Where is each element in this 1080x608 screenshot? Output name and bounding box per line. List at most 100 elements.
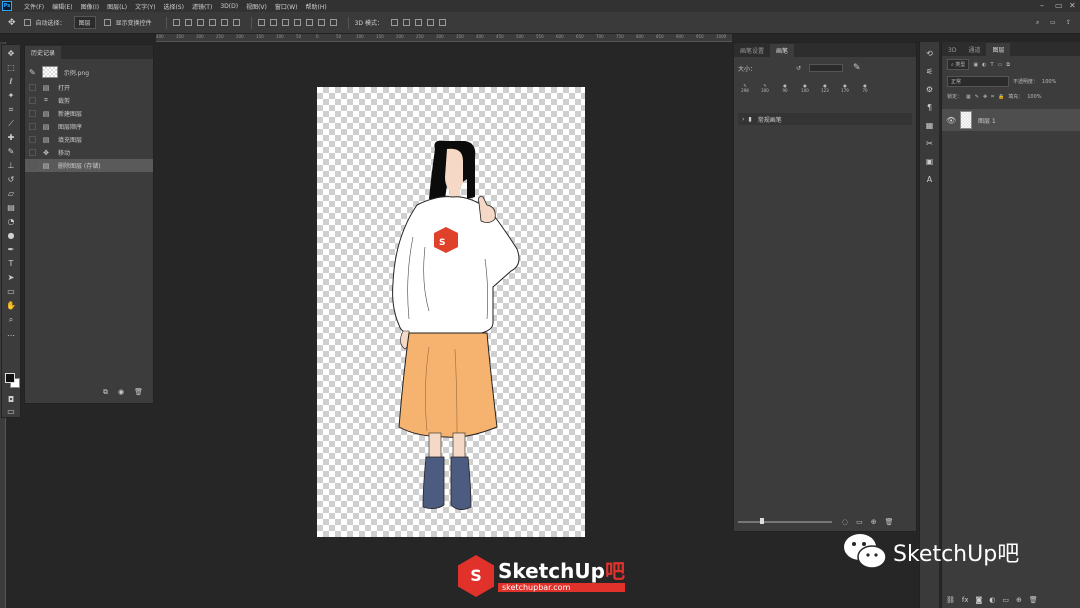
share-icon[interactable]: ⇪ — [1066, 19, 1071, 26]
move-tool-icon[interactable]: ✥ — [5, 49, 17, 59]
3d-roll-icon[interactable] — [402, 19, 410, 26]
healing-brush-tool-icon[interactable]: ✚ — [5, 133, 17, 143]
new-document-from-state-icon[interactable]: ⧉ — [103, 388, 108, 397]
lock-artboard-icon[interactable]: ⌗ — [991, 94, 994, 100]
history-source-box[interactable] — [29, 97, 36, 104]
crop-tool-icon[interactable]: ⌗ — [5, 105, 17, 115]
history-item[interactable]: ▤ 新建图层 — [25, 107, 153, 120]
distribute-bottom-icon[interactable] — [281, 19, 289, 26]
menu-image[interactable]: 图像(I) — [81, 2, 99, 11]
history-item[interactable]: ▤ 图层顺序 — [25, 120, 153, 133]
menu-view[interactable]: 视图(V) — [246, 2, 267, 11]
brush-tip[interactable]: ✎ 298 — [738, 83, 752, 103]
adjust-panel-icon[interactable]: ⚟ — [924, 66, 936, 78]
distribute-top-icon[interactable] — [257, 19, 265, 26]
distribute-left-icon[interactable] — [293, 19, 301, 26]
lock-all-icon[interactable]: 🔒 — [998, 94, 1004, 100]
history-item-selected[interactable]: ▤ 删除图层 (存储) — [25, 159, 153, 172]
menu-select[interactable]: 选择(S) — [163, 2, 184, 11]
history-source-box[interactable] — [29, 123, 36, 130]
lock-image-icon[interactable]: ✎ — [975, 94, 979, 100]
3d-pan-icon[interactable] — [414, 19, 422, 26]
trash-icon[interactable]: 🗑 — [134, 388, 143, 397]
blur-tool-icon[interactable]: ◔ — [5, 217, 17, 227]
lasso-tool-icon[interactable]: ℓ — [5, 77, 17, 87]
brush-tip[interactable]: ● 90 — [778, 83, 792, 103]
lock-position-icon[interactable]: ✥ — [983, 94, 987, 100]
opacity-value[interactable]: 100% — [1042, 79, 1056, 85]
mask-icon[interactable]: ◙ — [976, 596, 983, 604]
close-icon[interactable]: ✕ — [1069, 1, 1076, 10]
menu-layer[interactable]: 图层(L) — [107, 2, 127, 11]
brush-tip[interactable]: ● 123 — [818, 83, 832, 103]
slider-knob[interactable] — [760, 518, 764, 524]
layer-row[interactable]: 👁 图层 1 — [942, 109, 1080, 131]
restore-icon[interactable]: ▭ — [1055, 1, 1063, 10]
layer-name[interactable]: 图层 1 — [978, 116, 996, 125]
brush-tip[interactable]: ✎ 300 — [758, 83, 772, 103]
menu-3d[interactable]: 3D(D) — [220, 3, 238, 10]
reset-icon[interactable]: ↺ — [796, 65, 801, 72]
history-item[interactable]: ▤ 填充图层 — [25, 133, 153, 146]
trash-icon[interactable]: 🗑 — [885, 518, 894, 526]
brush-size-field[interactable] — [809, 64, 844, 72]
distribute-hcenter-icon[interactable] — [305, 19, 313, 26]
new-brush-icon[interactable]: ✎ — [853, 63, 861, 73]
3d-scale-icon[interactable] — [438, 19, 446, 26]
more-tools-icon[interactable]: … — [5, 329, 17, 339]
align-vcenter-icon[interactable] — [184, 19, 192, 26]
distribute-right-icon[interactable] — [317, 19, 325, 26]
tab-brushes[interactable]: 画笔 — [770, 44, 795, 57]
menu-file[interactable]: 文件(F) — [24, 2, 44, 11]
new-layer-icon[interactable]: ⊕ — [1016, 596, 1022, 604]
brush-view-icon[interactable]: ◌ — [842, 518, 848, 526]
menu-type[interactable]: 文字(Y) — [135, 2, 155, 11]
history-item[interactable]: ▤ 打开 — [25, 81, 153, 94]
3d-slide-icon[interactable] — [426, 19, 434, 26]
distribute-vcenter-icon[interactable] — [269, 19, 277, 26]
minimize-icon[interactable]: – — [1040, 1, 1044, 10]
adjustment-layer-icon[interactable]: ◐ — [989, 596, 995, 604]
new-brush-icon[interactable]: ⊕ — [871, 518, 877, 526]
quick-mask-icon[interactable]: ◘ — [5, 395, 17, 405]
align-left-icon[interactable] — [208, 19, 216, 26]
tools-panel-icon[interactable]: ✂ — [924, 138, 936, 150]
history-panel-icon[interactable]: ⟲ — [924, 48, 936, 60]
tab-3d[interactable]: 3D — [942, 45, 962, 56]
menu-help[interactable]: 帮助(H) — [306, 2, 327, 11]
auto-select-checkbox[interactable] — [23, 19, 31, 26]
hand-tool-icon[interactable]: ✋ — [5, 301, 17, 311]
move-tool-icon[interactable]: ✥ — [8, 18, 16, 28]
tab-channels[interactable]: 通道 — [962, 43, 986, 56]
auto-align-icon[interactable] — [329, 19, 337, 26]
clone-panel-icon[interactable]: ▦ — [924, 120, 936, 132]
history-snapshot[interactable]: ✎ 示例.png — [25, 63, 153, 81]
fill-value[interactable]: 100% — [1027, 94, 1041, 100]
eraser-tool-icon[interactable]: ▱ — [5, 189, 17, 199]
auto-select-dropdown[interactable]: 图层 — [73, 16, 96, 29]
properties-panel-icon[interactable]: ⚙ — [924, 84, 936, 96]
screen-mode-icon[interactable]: ▭ — [5, 407, 17, 417]
eye-icon[interactable]: 👁 — [946, 116, 956, 125]
path-select-tool-icon[interactable]: ➤ — [5, 273, 17, 283]
history-brush-tool-icon[interactable]: ↺ — [5, 175, 17, 185]
align-hcenter-icon[interactable] — [220, 19, 228, 26]
trash-icon[interactable]: 🗑 — [1029, 596, 1038, 604]
brush-preview-slider[interactable] — [738, 518, 832, 524]
align-right-icon[interactable] — [232, 19, 240, 26]
history-source-box[interactable] — [29, 84, 36, 91]
type-tool-icon[interactable]: T — [5, 259, 17, 269]
gradient-tool-icon[interactable]: ▤ — [5, 203, 17, 213]
history-item[interactable]: ⌗ 裁剪 — [25, 94, 153, 107]
document-canvas[interactable]: S — [317, 87, 585, 537]
group-icon[interactable]: ▭ — [1002, 596, 1009, 604]
history-source-box[interactable] — [29, 149, 36, 156]
brush-folder[interactable]: › ▮ 常规画笔 — [738, 113, 912, 125]
rectangle-tool-icon[interactable]: ▭ — [5, 287, 17, 297]
camera-snapshot-icon[interactable]: ◉ — [118, 388, 124, 397]
filter-pixel-icon[interactable]: ▣ — [973, 62, 978, 68]
pen-tool-icon[interactable]: ✒ — [5, 245, 17, 255]
history-item[interactable]: ✥ 移动 — [25, 146, 153, 159]
history-source-box[interactable] — [29, 136, 36, 143]
brush-tip[interactable]: ● 70 — [858, 83, 872, 103]
